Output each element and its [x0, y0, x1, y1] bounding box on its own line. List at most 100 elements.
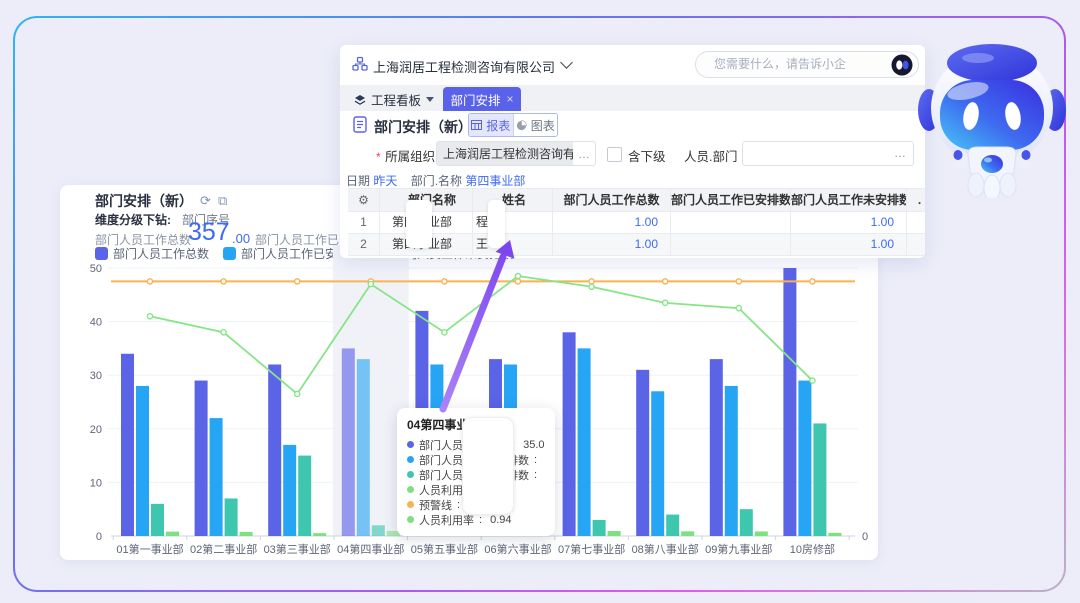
org-label: 所属组织: [385, 150, 435, 164]
warning-marker: [515, 279, 520, 284]
company-selector[interactable]: 上海润居工程检测咨询有限公司: [373, 57, 555, 76]
y-axis-tick: 30: [90, 370, 102, 382]
include-sub-checkbox[interactable]: [607, 147, 622, 162]
report-panel: 上海润居工程检测咨询有限公司 工程看板 部门: [340, 45, 925, 258]
table-row[interactable]: 2 第四事业部 王 1.00 1.00: [348, 234, 925, 256]
bar-部门人员工作总数: [710, 359, 723, 536]
person-dept-input[interactable]: …: [742, 141, 914, 166]
x-axis-label: 04第四事业部: [337, 542, 404, 556]
robot-leg: [1000, 173, 1016, 197]
utilization-marker: [147, 314, 152, 319]
required-mark: *: [376, 150, 381, 164]
utilization-marker: [810, 378, 815, 383]
bar-部门人员工作总数: [563, 332, 576, 536]
robot-leg: [968, 173, 984, 197]
warning-marker: [295, 279, 300, 284]
bar-部门人员工作已安排数: [357, 359, 370, 536]
bar-部门人员工作未安排数: [740, 509, 753, 536]
right-axis-tick: 0: [862, 531, 868, 543]
assistant-bot-icon[interactable]: [891, 54, 913, 76]
series-dot: [407, 486, 414, 493]
redaction-box: [462, 417, 514, 515]
col-unarranged[interactable]: 部门人员工作未安排数: [791, 189, 907, 211]
document-icon: [353, 116, 367, 133]
x-axis-label: 09第九事业部: [705, 542, 772, 556]
close-tab-icon[interactable]: ×: [507, 92, 514, 106]
series-dot: [407, 471, 414, 478]
robot-mascot[interactable]: [916, 26, 1068, 198]
toggle-chart[interactable]: 图表: [513, 114, 558, 136]
bar-部门人员工作已安排数: [136, 386, 149, 536]
bar-部门人员工作未安排数: [593, 520, 606, 536]
bar-部门人员工作未安排数: [225, 498, 238, 536]
redaction-box: [488, 200, 505, 248]
app-window: 部门安排（新） ⟳ ⧉ 维度分级下钻: 部门序号 部门人员工作总数 357 .0…: [0, 0, 1080, 603]
series-dot: [407, 501, 414, 508]
bar-部门人员工作已安排数: [283, 445, 296, 536]
date-value-link[interactable]: 昨天: [373, 174, 397, 188]
view-title-row: 部门安排（新） 报表 图表: [340, 111, 925, 139]
layers-icon: [354, 94, 366, 106]
dept-filter-label: 部门.名称: [411, 174, 462, 188]
x-axis-label: 03第三事业部: [264, 542, 331, 556]
date-label: 日期: [346, 174, 370, 188]
utilization-marker: [368, 281, 373, 286]
chevron-down-icon[interactable]: [560, 56, 573, 69]
column-settings-gear-icon[interactable]: ⚙: [348, 189, 380, 211]
utilization-marker: [663, 300, 668, 305]
toggle-report[interactable]: 报表: [469, 114, 513, 136]
warning-marker: [221, 279, 226, 284]
table-row[interactable]: 1 第四事业部 程 1.00 1.00: [348, 212, 925, 234]
warning-marker: [663, 279, 668, 284]
assistant-search[interactable]: [695, 51, 919, 78]
x-axis-label: 02第二事业部: [190, 542, 257, 556]
org-more-button[interactable]: …: [573, 142, 595, 165]
bar-人员利用率: [755, 531, 768, 536]
tab-department-schedule[interactable]: 部门安排 ×: [443, 87, 521, 111]
utilization-marker: [736, 306, 741, 311]
company-row: 上海润居工程检测咨询有限公司: [340, 45, 925, 85]
caret-down-icon: [426, 97, 434, 102]
bar-人员利用率: [828, 533, 841, 536]
bar-部门人员工作未安排数: [298, 456, 311, 536]
dept-filter-value-link[interactable]: 第四事业部: [465, 174, 525, 188]
person-dept-more-button[interactable]: …: [889, 146, 911, 160]
search-input[interactable]: [712, 56, 876, 72]
y-axis-tick: 40: [90, 317, 102, 329]
bar-部门人员工作总数: [783, 268, 796, 536]
org-select[interactable]: 上海润居工程检测咨询有限公司 …: [436, 141, 596, 166]
bar-部门人员工作未安排数: [151, 504, 164, 536]
table-icon: [471, 120, 482, 130]
robot-cap: [947, 44, 1037, 82]
bar-部门人员工作已安排数: [725, 386, 738, 536]
col-arranged[interactable]: 部门人员工作已安排数: [671, 189, 791, 211]
bar-部门人员工作已安排数: [651, 391, 664, 536]
series-dot: [407, 516, 414, 523]
redaction-box: [406, 200, 432, 248]
filter-form: * 所属组织 上海润居工程检测咨询有限公司 … 含下级 人员.部门 …: [340, 139, 925, 169]
tab-dashboard[interactable]: 工程看板: [354, 90, 434, 109]
tab-strip: 工程看板 部门安排 ×: [340, 85, 925, 111]
col-person-name[interactable]: 姓名: [473, 189, 553, 211]
organization-icon: [352, 56, 368, 72]
include-sub-label: 含下级: [628, 146, 666, 165]
bar-部门人员工作总数: [636, 370, 649, 536]
col-total[interactable]: 部门人员工作总数: [553, 189, 671, 211]
person-dept-label: 人员.部门: [684, 146, 737, 165]
utilization-marker: [515, 273, 520, 278]
x-axis-label: 06第六事业部: [484, 542, 551, 556]
robot-leg: [984, 175, 1000, 198]
y-axis-tick: 0: [96, 531, 102, 543]
table-header-row: ⚙ 部门名称 姓名 部门人员工作总数 部门人员工作已安排数 部门人员工作未安排数…: [348, 188, 925, 212]
series-dot: [407, 456, 414, 463]
bar-部门人员工作已安排数: [798, 381, 811, 536]
bar-人员利用率: [313, 533, 326, 536]
bar-部门人员工作总数: [268, 364, 281, 536]
warning-marker: [810, 279, 815, 284]
pie-chart-icon: [516, 120, 527, 131]
bar-部门人员工作总数: [195, 381, 208, 536]
warning-marker: [736, 279, 741, 284]
bar-部门人员工作已安排数: [578, 348, 591, 536]
org-value: 上海润居工程检测咨询有限公司: [437, 142, 573, 165]
bar-部门人员工作总数: [342, 348, 355, 536]
